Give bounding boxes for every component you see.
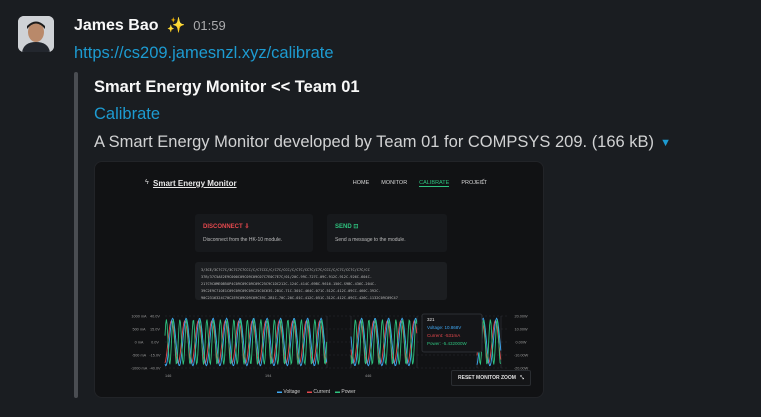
preview-reset-zoom-button: RESET MONITOR ZOOM ⤡	[451, 370, 531, 386]
preview-disconnect-card: DISCONNECT ⇩ Disconnect from the HK-10 m…	[195, 214, 313, 252]
unplug-icon: ⇩	[244, 224, 250, 230]
tooltip-current: Current: -531mA	[427, 333, 460, 338]
legend-power: ▬ Power	[335, 389, 356, 395]
unfurl-accent-bar	[74, 72, 78, 398]
legend-current: ▬ Current	[307, 389, 331, 395]
chart-legend: ▬ Voltage ▬ Current ▬ Power	[277, 389, 356, 395]
axis-tick-x: 146	[165, 374, 171, 378]
preview-nav-calibrate: CALIBRATE	[419, 180, 450, 187]
console-line: 37B/37C5AE2E9C000C09C09C09C07C7E0C7E7C/0…	[201, 275, 372, 279]
preview-nav-menu: HOME MONITOR CALIBRATE PROJECT	[353, 180, 487, 187]
console-line: 217C9C0ME0B5OP4C09C09C09C09C25C9C1DC212C…	[201, 282, 377, 286]
preview-disconnect-label: DISCONNECT	[203, 224, 243, 230]
send-icon: ⊡	[353, 224, 359, 230]
axis-label-power: 20.00W	[514, 315, 528, 319]
tooltip-title: 321	[427, 317, 435, 322]
console-line: 3/3CE/3C7C7C/3C7C7C7CCC/C/C7CCC/C/C7C/CC…	[201, 268, 370, 272]
axis-label-current: 0 mA	[135, 341, 144, 345]
axis-label-power: 10.00W	[514, 328, 528, 332]
message-header: James Bao ✨ 01:59	[74, 16, 226, 38]
axis-tick-x: 194	[265, 374, 271, 378]
preview-send-label: SEND	[335, 224, 352, 230]
unfurl-site-title: Smart Energy Monitor << Team 01	[94, 78, 360, 96]
collapse-caret-icon[interactable]: ▼	[660, 137, 671, 149]
preview-disconnect-title: DISCONNECT ⇩	[203, 223, 249, 230]
moon-icon: ☾	[481, 179, 488, 186]
axis-label-power: -10.00W	[514, 354, 529, 358]
legend-voltage: ▬ Voltage	[277, 389, 300, 395]
message-link[interactable]: https://cs209.jamesnzl.xyz/calibrate	[74, 44, 334, 63]
unfurl-preview-image[interactable]: ϟ Smart Energy Monitor HOME MONITOR CALI…	[94, 161, 544, 398]
console-line: 90C2316324C70C2E9C09C09C09C39C-2B1C-70C-…	[201, 296, 398, 300]
message-timestamp[interactable]: 01:59	[193, 18, 226, 33]
author-name[interactable]: James Bao	[74, 17, 159, 35]
preview-send-card: SEND ⊡ Send a message to the module.	[327, 214, 447, 252]
avatar[interactable]	[18, 16, 54, 52]
axis-label-power: 0.00W	[516, 341, 527, 345]
status-emoji: ✨	[166, 17, 186, 34]
preview-send-subtitle: Send a message to the module.	[335, 237, 406, 243]
axis-label-current: 500 mA	[132, 328, 146, 332]
axis-label-current: -1000 mA	[131, 367, 148, 371]
preview-nav-home: HOME	[352, 180, 370, 186]
preview-disconnect-subtitle: Disconnect from the HK-10 module.	[203, 237, 283, 243]
preview-navbar: ϟ Smart Energy Monitor HOME MONITOR CALI…	[95, 162, 543, 206]
axis-label-voltage: 0.0V	[151, 341, 159, 345]
console-line: 39C2E9C71OE1C09C09C09C09C25C0C63S-2B1C-7…	[201, 289, 381, 293]
preview-nav-monitor: MONITOR	[381, 180, 408, 186]
axis-label-voltage: -15.0V	[149, 354, 161, 358]
axis-label-voltage: 15.0V	[150, 328, 160, 332]
preview-brand: Smart Energy Monitor	[153, 179, 237, 188]
unfurl-page-title-link[interactable]: Calibrate	[94, 105, 160, 124]
unfurl-description: A Smart Energy Monitor developed by Team…	[94, 133, 671, 152]
unfurl-description-text: A Smart Energy Monitor developed by Team…	[94, 133, 655, 151]
zoom-icon: ⤡	[519, 375, 524, 381]
axis-label-voltage: -40.0V	[149, 367, 161, 371]
chart-tooltip: 321 Voltage: 10.868V Current: -531mA Pow…	[421, 313, 483, 353]
reset-zoom-label: RESET MONITOR ZOOM	[458, 375, 516, 381]
axis-label-current: 1000 mA	[131, 315, 147, 319]
axis-tick-x: 446	[365, 374, 371, 378]
axis-label-voltage: 40.0V	[150, 315, 160, 319]
tooltip-power: Power: -5.432000W	[427, 341, 468, 346]
avatar-photo	[18, 16, 54, 52]
preview-console-output: 3/3CE/3C7C7C/3C7C7C7CCC/C/C7CCC/C/C7C/CC…	[195, 262, 447, 300]
lightning-icon: ϟ	[145, 179, 149, 186]
axis-label-current: -500 mA	[132, 354, 147, 358]
tooltip-voltage: Voltage: 10.868V	[427, 325, 461, 330]
preview-send-title: SEND ⊡	[335, 223, 358, 230]
